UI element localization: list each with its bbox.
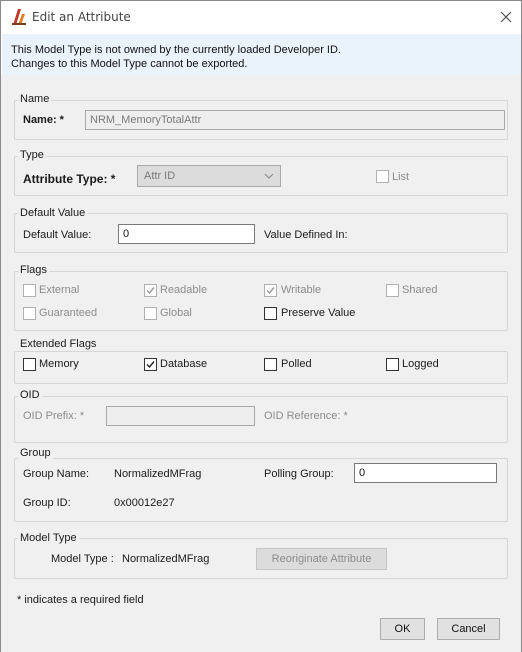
form-panel: Name Name: * Type Attribute Type: * Attr… — [1, 75, 521, 652]
readable-label: Readable — [160, 284, 208, 296]
logged-label: Logged — [402, 358, 439, 370]
banner-line-1: This Model Type is not owned by the curr… — [11, 44, 341, 56]
name-label: Name: * — [23, 114, 64, 126]
global-checkbox[interactable] — [144, 307, 157, 320]
external-label: External — [39, 284, 80, 296]
close-icon — [500, 11, 512, 23]
flags-group-title: Flags — [18, 264, 49, 276]
polling-group-field[interactable] — [354, 463, 497, 483]
edit-attribute-dialog: Edit an Attribute This Model Type is not… — [0, 0, 522, 652]
cancel-button[interactable]: Cancel — [437, 618, 500, 640]
attribute-type-selected: Attr ID — [144, 170, 176, 182]
oid-group-title: OID — [18, 389, 42, 401]
group-name-label: Group Name: — [23, 468, 90, 480]
chevron-down-icon — [264, 173, 274, 179]
database-checkbox[interactable] — [144, 358, 157, 371]
group-id-value: 0x00012e27 — [114, 497, 175, 509]
checkmark-icon — [146, 361, 155, 369]
external-checkbox[interactable] — [23, 284, 36, 297]
checkmark-icon — [266, 287, 275, 295]
name-field[interactable] — [85, 110, 505, 130]
title-bar: Edit an Attribute — [1, 1, 521, 33]
flags-group — [14, 271, 508, 331]
ownership-warning-banner: This Model Type is not owned by the curr… — [2, 34, 521, 75]
shared-checkbox[interactable] — [386, 284, 399, 297]
preserve-value-checkbox[interactable] — [264, 307, 277, 320]
preserve-value-label: Preserve Value — [281, 307, 356, 319]
banner-line-2: Changes to this Model Type cannot be exp… — [11, 58, 248, 70]
group-id-label: Group ID: — [23, 497, 71, 509]
writable-checkbox[interactable] — [264, 284, 277, 297]
database-label: Database — [160, 358, 208, 370]
oid-prefix-field[interactable] — [106, 406, 255, 426]
logged-checkbox[interactable] — [386, 358, 399, 371]
polled-label: Polled — [281, 358, 312, 370]
writable-label: Writable — [281, 284, 322, 296]
default-value-group-title: Default Value — [18, 207, 88, 219]
ok-button[interactable]: OK — [380, 618, 425, 640]
required-field-note: * indicates a required field — [17, 594, 144, 606]
extended-flags-group-title: Extended Flags — [18, 338, 99, 350]
oid-prefix-label: OID Prefix: * — [23, 410, 85, 422]
guaranteed-checkbox[interactable] — [23, 307, 36, 320]
memory-label: Memory — [39, 358, 79, 370]
group-group-title: Group — [18, 447, 53, 459]
model-type-label: Model Type : — [51, 553, 114, 565]
default-value-label: Default Value: — [23, 229, 92, 241]
global-label: Global — [160, 307, 192, 319]
value-defined-in-label: Value Defined In: — [264, 229, 348, 241]
close-button[interactable] — [495, 7, 517, 27]
checkmark-icon — [146, 287, 155, 295]
type-group-title: Type — [18, 149, 46, 161]
name-group-title: Name — [18, 93, 52, 105]
model-type-value: NormalizedMFrag — [122, 553, 210, 565]
attribute-type-select[interactable]: Attr ID — [137, 165, 281, 187]
memory-checkbox[interactable] — [23, 358, 36, 371]
model-type-group-title: Model Type — [18, 532, 79, 544]
shared-label: Shared — [402, 284, 438, 296]
dialog-title: Edit an Attribute — [32, 10, 131, 24]
polling-group-label: Polling Group: — [264, 468, 334, 480]
readable-checkbox[interactable] — [144, 284, 157, 297]
guaranteed-label: Guaranteed — [39, 307, 98, 319]
reoriginate-attribute-button[interactable]: Reoriginate Attribute — [256, 548, 387, 570]
default-value-field[interactable] — [118, 224, 255, 244]
group-name-value: NormalizedMFrag — [114, 468, 202, 480]
oid-reference-label: OID Reference: * — [264, 410, 348, 422]
list-checkbox[interactable] — [376, 170, 389, 183]
app-icon — [12, 9, 26, 25]
list-label: List — [392, 171, 410, 183]
oid-group — [14, 396, 508, 443]
polled-checkbox[interactable] — [264, 358, 277, 371]
attribute-type-label: Attribute Type: * — [23, 172, 116, 186]
